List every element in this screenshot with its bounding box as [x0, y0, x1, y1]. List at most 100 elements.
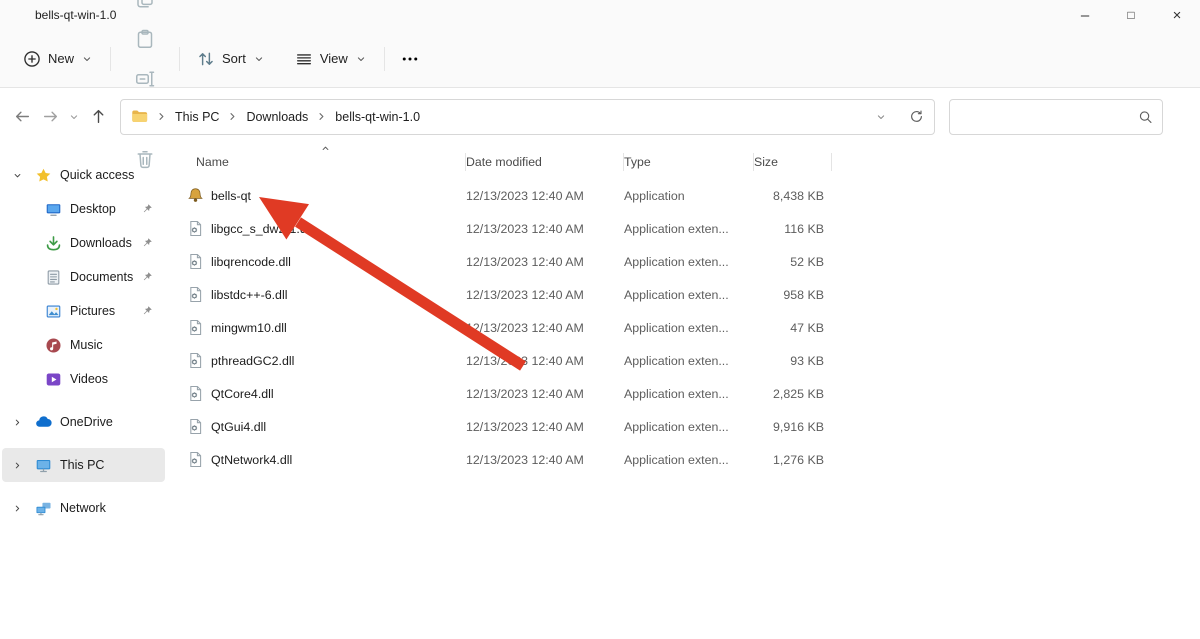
more-options-button[interactable]	[393, 39, 427, 79]
onedrive-icon	[35, 414, 52, 431]
close-button[interactable]: ×	[1154, 0, 1200, 30]
address-row: This PC Downloads bells-qt-win-1.0	[0, 88, 1200, 145]
paste-button[interactable]	[119, 19, 171, 59]
maximize-button[interactable]: □	[1108, 0, 1154, 30]
folder-icon	[10, 7, 27, 24]
sidebar-item-network[interactable]: Network	[2, 491, 165, 525]
file-row-qtcore4-dll[interactable]: QtCore4.dll12/13/2023 12:40 AMApplicatio…	[183, 377, 1200, 410]
sidebar-item-downloads[interactable]: Downloads	[2, 226, 165, 260]
chevron-down-icon	[12, 170, 23, 181]
copy-button[interactable]	[119, 0, 171, 19]
main-area: Quick access Desktop Downloads DocumentsPic…	[0, 145, 1200, 639]
recent-locations-button[interactable]	[64, 102, 84, 132]
search-input[interactable]	[950, 100, 1162, 134]
rename-button[interactable]	[119, 59, 171, 99]
star-icon	[35, 167, 52, 184]
breadcrumb-item-downloads[interactable]: Downloads	[242, 107, 312, 127]
toolbar-divider	[179, 47, 180, 71]
sidebar-item-this-pc[interactable]: This PC	[2, 448, 165, 482]
file-row-libstdc-6-dll[interactable]: libstdc++-6.dll12/13/2023 12:40 AMApplic…	[183, 278, 1200, 311]
file-size: 47 KB	[754, 321, 832, 335]
dll-icon	[187, 418, 204, 435]
sidebar-item-music[interactable]: Music	[2, 328, 165, 362]
pin-icon	[141, 237, 153, 249]
column-header-name[interactable]: Name	[183, 145, 466, 179]
file-row-libqrencode-dll[interactable]: libqrencode.dll 12/13/2023 12:40 AMApplic…	[183, 245, 1200, 278]
date-modified: 12/13/2023 12:40 AM	[466, 189, 624, 203]
title-bar: bells-qt-win-1.0 – □ ×	[0, 0, 1200, 30]
breadcrumb-item-bells-qt-win-1-0[interactable]: bells-qt-win-1.0	[331, 107, 424, 127]
refresh-button[interactable]	[906, 102, 926, 132]
file-size: 1,276 KB	[754, 453, 832, 467]
minimize-button[interactable]: –	[1062, 0, 1108, 30]
date-modified: 12/13/2023 12:40 AM	[466, 420, 624, 434]
sort-button[interactable]: Sort	[188, 43, 274, 75]
file-name-cell: bells-qt	[183, 187, 466, 204]
file-row-pthreadgc2-dll[interactable]: pthreadGC2.dll12/13/2023 12:40 AMApplica…	[183, 344, 1200, 377]
pin-icon	[141, 305, 153, 317]
chevron-down-icon	[81, 53, 93, 65]
file-name: libqrencode.dll	[211, 255, 291, 269]
address-dropdown-button[interactable]	[872, 102, 890, 132]
file-type: Application exten...	[624, 354, 754, 368]
back-button[interactable]	[8, 102, 36, 132]
chevron-down-icon	[68, 111, 80, 123]
toolbar-divider	[384, 47, 385, 71]
breadcrumb-item-this-pc[interactable]: This PC	[171, 107, 223, 127]
sidebar-item-desktop[interactable]: Desktop	[2, 192, 165, 226]
file-name: bells-qt	[211, 189, 251, 203]
paste-icon	[135, 29, 155, 49]
file-name-cell: libqrencode.dll	[183, 253, 466, 270]
new-button-label: New	[48, 51, 74, 66]
date-modified: 12/13/2023 12:40 AM	[466, 255, 624, 269]
view-button[interactable]: View	[286, 43, 376, 75]
sidebar-item-label: Network	[60, 501, 106, 515]
breadcrumb: This PC Downloads bells-qt-win-1.0	[131, 107, 424, 127]
file-row-qtgui4-dll[interactable]: QtGui4.dll12/13/2023 12:40 AMApplication…	[183, 410, 1200, 443]
column-header-type[interactable]: Type	[624, 145, 754, 179]
column-headers: NameDate modifiedTypeSize	[183, 145, 1200, 179]
bell-icon	[187, 187, 204, 204]
sidebar-item-documents[interactable]: Documents	[2, 260, 165, 294]
rename-icon	[135, 69, 155, 89]
file-size: 52 KB	[754, 255, 832, 269]
sidebar-item-videos[interactable]: Videos	[2, 362, 165, 396]
sidebar-item-label: This PC	[60, 458, 104, 472]
up-button[interactable]	[84, 102, 112, 132]
sidebar-item-label: Downloads	[70, 236, 132, 250]
toolbar-divider	[110, 47, 111, 71]
date-modified: 12/13/2023 12:40 AM	[466, 321, 624, 335]
navigation-pane: Quick access Desktop Downloads DocumentsPic…	[0, 145, 167, 639]
file-name-cell: QtGui4.dll	[183, 418, 466, 435]
file-name: mingwm10.dll	[211, 321, 287, 335]
videos-icon	[45, 371, 62, 388]
dll-icon	[187, 220, 204, 237]
file-row-mingwm10-dll[interactable]: mingwm10.dll12/13/2023 12:40 AMApplicati…	[183, 311, 1200, 344]
sidebar-item-label: Desktop	[70, 202, 116, 216]
address-bar[interactable]: This PC Downloads bells-qt-win-1.0	[120, 99, 935, 135]
new-button[interactable]: New	[14, 43, 102, 75]
file-size: 9,916 KB	[754, 420, 832, 434]
file-row-libgcc-s-dw2-1-dll[interactable]: libgcc_s_dw2-1.dll12/13/2023 12:40 AMApp…	[183, 212, 1200, 245]
file-type: Application exten...	[624, 255, 754, 269]
refresh-icon	[909, 109, 924, 124]
dll-icon	[187, 385, 204, 402]
dll-icon	[187, 286, 204, 303]
file-size: 116 KB	[754, 222, 832, 236]
sidebar-item-pictures[interactable]: Pictures	[2, 294, 165, 328]
forward-button[interactable]	[36, 102, 64, 132]
folder-icon	[131, 108, 148, 125]
file-row-bells-qt[interactable]: bells-qt12/13/2023 12:40 AMApplication8,…	[183, 179, 1200, 212]
column-header-size[interactable]: Size	[754, 145, 832, 179]
chevron-right-icon	[226, 110, 239, 123]
this-pc-icon	[35, 457, 52, 474]
desktop-icon	[45, 201, 62, 218]
dll-icon	[187, 451, 204, 468]
file-type: Application exten...	[624, 387, 754, 401]
sidebar-item-onedrive[interactable]: OneDrive	[2, 405, 165, 439]
arrow-up-icon	[90, 108, 107, 125]
sidebar-item-quick-access[interactable]: Quick access	[2, 158, 165, 192]
file-row-qtnetwork4-dll[interactable]: QtNetwork4.dll12/13/2023 12:40 AMApplica…	[183, 443, 1200, 476]
file-name-cell: pthreadGC2.dll	[183, 352, 466, 369]
column-header-date-modified[interactable]: Date modified	[466, 145, 624, 179]
